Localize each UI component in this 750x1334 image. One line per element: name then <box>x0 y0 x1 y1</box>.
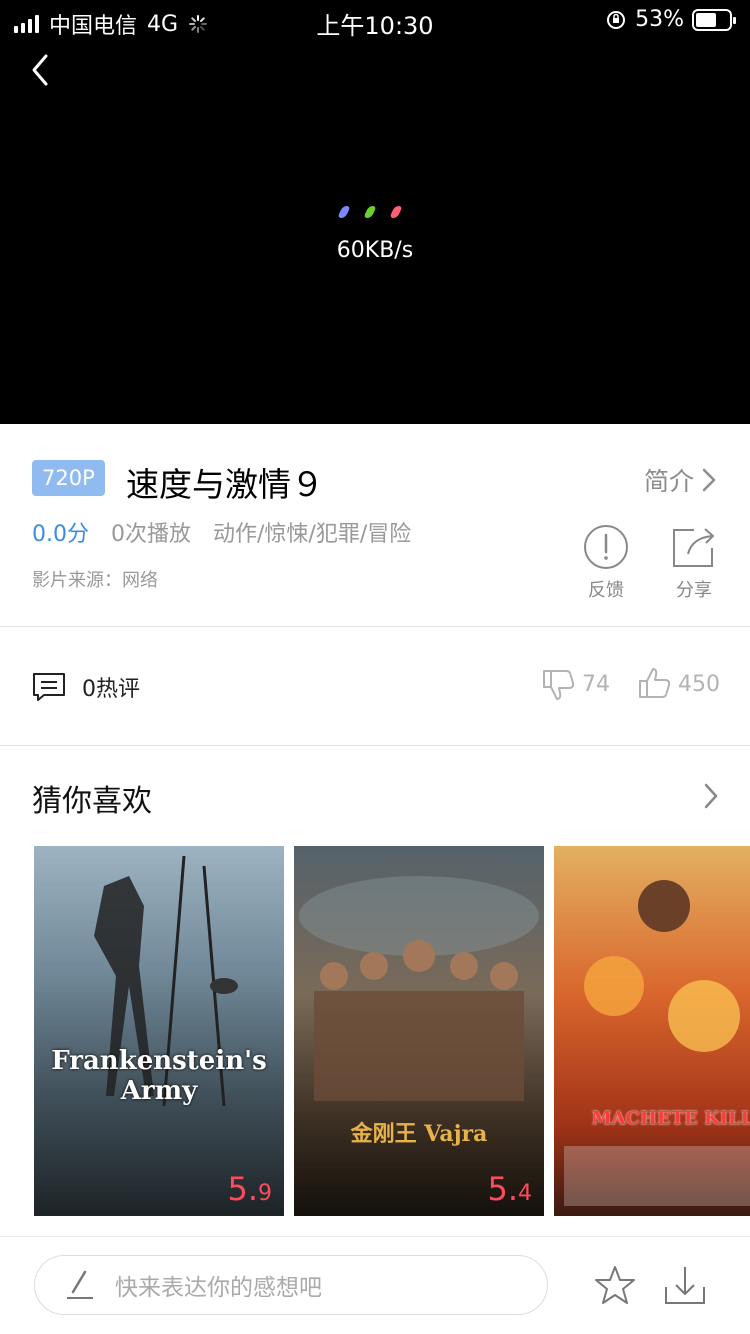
poster-rating: 5.9 <box>227 1170 272 1208</box>
comments-row: 0热评 74 450 <box>0 627 750 745</box>
poster-title: MACHETE KILLS <box>591 1108 750 1129</box>
share-label: 分享 <box>676 580 712 601</box>
recommend-section: 猜你喜欢 Frankenstein's Army 5.9 金刚王 Vajra 5… <box>0 746 750 1236</box>
feedback-button[interactable]: 反馈 <box>574 524 638 602</box>
loader-dot-3 <box>389 206 403 218</box>
comment-input[interactable]: 快来表达你的感想吧 <box>34 1255 548 1315</box>
vote-group: 74 450 <box>542 667 720 701</box>
pen-icon <box>67 1270 93 1299</box>
comment-placeholder: 快来表达你的感想吧 <box>115 1275 322 1301</box>
poster-art <box>94 855 238 1107</box>
back-arrow-icon[interactable] <box>24 50 64 90</box>
exclamation-circle-icon <box>584 525 628 569</box>
rating-integer: 5. <box>487 1170 518 1208</box>
movie-meta: 0.0分 0次播放 动作/惊悚/犯罪/冒险 <box>32 516 411 548</box>
feedback-label: 反馈 <box>588 580 624 601</box>
movie-genres: 动作/惊悚/犯罪/冒险 <box>213 522 412 547</box>
star-icon[interactable] <box>594 1265 636 1305</box>
bottom-bar: 快来表达你的感想吧 <box>0 1236 750 1334</box>
share-icon <box>673 528 714 567</box>
movie-info: 720P 速度与激情９ 简介 0.0分 0次播放 动作/惊悚/犯罪/冒险 影片来… <box>0 424 750 626</box>
poster-carousel[interactable]: Frankenstein's Army 5.9 金刚王 Vajra 5.4 MA… <box>34 846 750 1216</box>
poster-art <box>564 880 750 1206</box>
movie-source: 影片来源：网络 <box>32 570 158 591</box>
status-right: 53% <box>605 7 736 32</box>
rating-decimal: 4 <box>518 1181 532 1206</box>
status-bar: 中国电信 4G 上午10:30 53% <box>0 0 750 40</box>
battery-percent: 53% <box>635 7 684 32</box>
movie-title: 速度与激情９ <box>126 465 324 504</box>
quality-badge: 720P <box>32 460 105 496</box>
poster-title: 金刚王 Vajra <box>350 1121 488 1147</box>
rating-decimal: 9 <box>258 1181 272 1206</box>
poster-card[interactable]: Frankenstein's Army 5.9 <box>34 846 284 1216</box>
rating-integer: 5. <box>227 1170 258 1208</box>
loader-dot-2 <box>363 206 377 218</box>
video-player[interactable]: 中国电信 4G 上午10:30 53% 60KB/s <box>0 0 750 424</box>
poster-rating: 5.4 <box>487 1170 532 1208</box>
dislike-button[interactable]: 74 <box>542 667 610 701</box>
chevron-right-icon <box>702 468 716 492</box>
like-count: 450 <box>678 671 720 697</box>
chevron-right-icon[interactable] <box>702 782 720 810</box>
play-count: 0次播放 <box>111 522 191 547</box>
comment-icon <box>33 673 65 701</box>
orientation-lock-icon <box>607 10 626 29</box>
movie-score: 0.0分 <box>32 522 89 547</box>
buffering-indicator <box>337 206 403 218</box>
battery-icon <box>692 8 736 31</box>
like-button[interactable]: 450 <box>638 667 720 701</box>
recommend-title: 猜你喜欢 <box>32 784 152 819</box>
loader-dot-1 <box>337 206 351 218</box>
download-speed: 60KB/s <box>336 238 414 263</box>
poster-card[interactable]: MACHETE KILLS <box>554 846 750 1216</box>
hot-comments-link[interactable]: 0热评 <box>32 671 140 703</box>
poster-card[interactable]: 金刚王 Vajra 5.4 <box>294 846 544 1216</box>
thumbs-down-icon <box>543 670 575 700</box>
thumbs-up-icon <box>639 668 671 698</box>
intro-link[interactable]: 简介 <box>644 462 718 498</box>
poster-art <box>299 876 539 1101</box>
intro-label: 简介 <box>643 467 694 496</box>
dislike-count: 74 <box>582 671 610 697</box>
share-button[interactable]: 分享 <box>662 524 726 602</box>
poster-title: Frankenstein's Army <box>51 1046 267 1106</box>
hot-comments-label: 0热评 <box>82 677 140 702</box>
download-icon[interactable] <box>664 1265 706 1307</box>
